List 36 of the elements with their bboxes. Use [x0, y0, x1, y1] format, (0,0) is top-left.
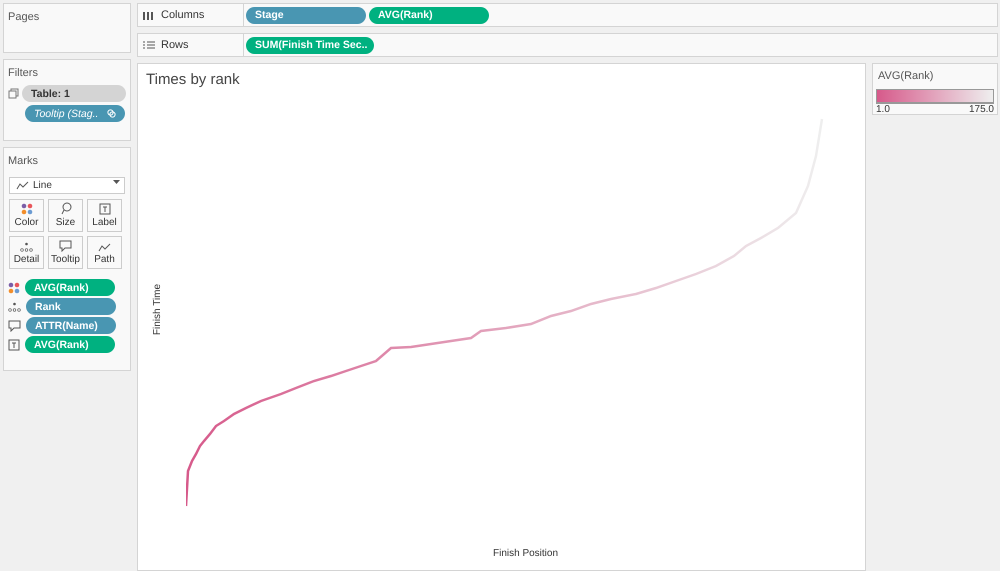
chart-title: Times by rank — [146, 71, 240, 88]
card-title: Filters — [7, 66, 39, 81]
legend-max: 175.0 — [968, 104, 994, 115]
shelf-label: Rows — [161, 39, 189, 51]
lasso-icon — [60, 202, 72, 215]
card-title: Pages — [7, 10, 40, 25]
card-title: Marks — [7, 154, 39, 169]
zigzag-line-icon — [16, 181, 29, 190]
field-pill[interactable]: Table: 1 — [22, 85, 126, 102]
mark-button[interactable]: Detail — [9, 236, 44, 269]
speech-bubble-icon — [8, 320, 21, 332]
rows-icon — [143, 40, 155, 50]
speech-bubble-icon — [59, 240, 72, 252]
table-icon — [8, 88, 19, 99]
mark-button[interactable]: Path — [87, 236, 122, 269]
text-label-icon — [98, 203, 110, 215]
mark-type-dropdown[interactable]: Line — [9, 177, 125, 194]
shelf-label: Columns — [161, 9, 204, 21]
legend-title: AVG(Rank) — [877, 69, 934, 84]
caret-icon — [113, 180, 120, 185]
color-dots-icon — [8, 282, 20, 294]
columns-icon — [143, 10, 155, 20]
mark-button[interactable]: Tooltip — [48, 236, 83, 269]
mark-button[interactable]: Color — [9, 199, 44, 232]
mark-button[interactable]: Label — [87, 199, 122, 232]
zigzag-line-icon — [98, 243, 111, 252]
mark-button[interactable]: Size — [48, 199, 83, 232]
axis-label: Finish Position — [493, 548, 558, 559]
dots-icon — [20, 242, 33, 252]
axis-label: Finish Time — [152, 284, 164, 336]
dots-icon — [8, 302, 21, 312]
text-label-icon — [8, 338, 20, 350]
legend-min: 1.0 — [876, 104, 890, 115]
color-dots-icon — [20, 203, 32, 215]
dropdown-value: Line — [33, 180, 52, 191]
link-icon — [107, 109, 116, 118]
